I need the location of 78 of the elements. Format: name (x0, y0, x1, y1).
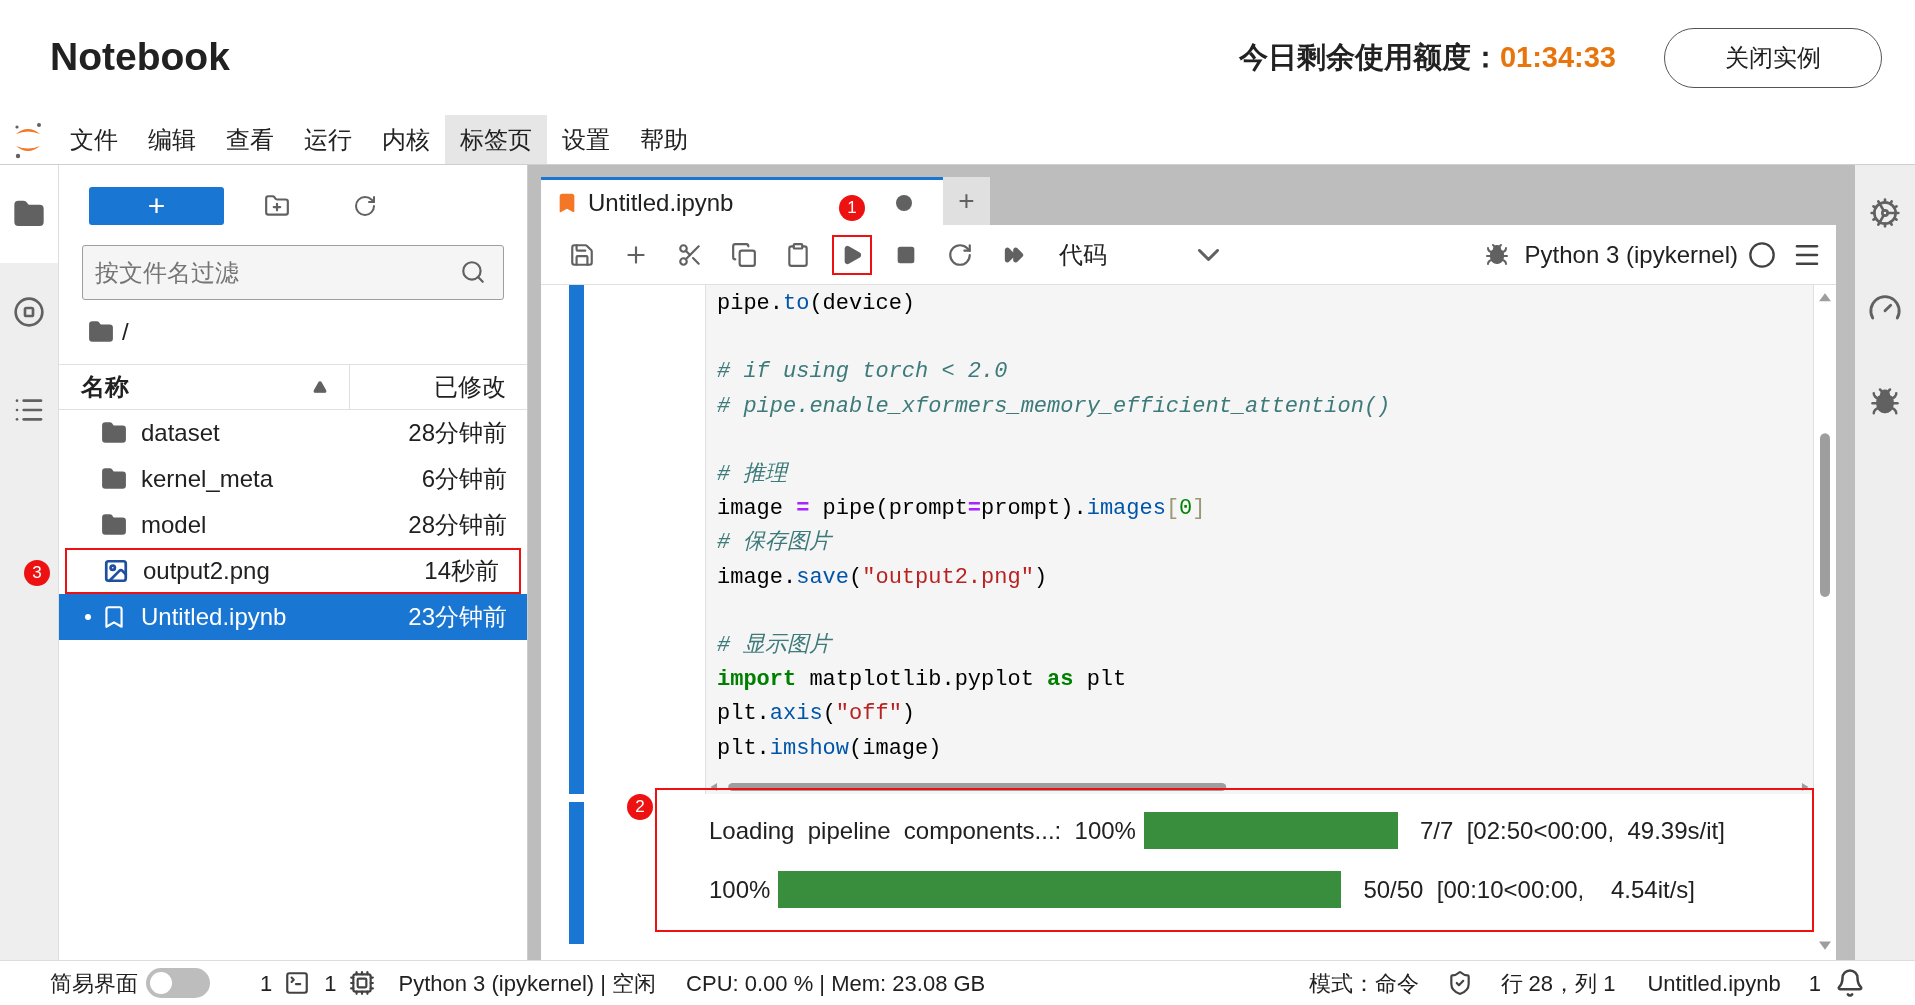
folder-icon (101, 420, 127, 446)
mode-indicator[interactable]: 模式：命令 (1308, 966, 1419, 1000)
kernel-count[interactable]: 1 (324, 966, 337, 1000)
file-row[interactable]: kernel_meta 6分钟前 (59, 456, 527, 502)
code-line: pipe.to(device) (717, 290, 916, 318)
cursor-position[interactable]: 行 28，列 1 (1500, 966, 1616, 1000)
new-launcher-button[interactable]: + (89, 187, 224, 225)
new-folder-icon[interactable] (264, 193, 290, 219)
notification-count[interactable]: 1 (1808, 966, 1821, 1000)
modified-time: 14秒前 (424, 556, 499, 586)
file-name: kernel_meta (141, 464, 274, 494)
simple-mode-toggle[interactable] (146, 968, 210, 998)
kernel-name[interactable]: Python 3 (ipykernel) (1524, 236, 1738, 273)
modified-time: 6分钟前 (421, 464, 507, 494)
file-row[interactable]: Untitled.ipynb 23分钟前 (59, 594, 527, 640)
tab-title: Untitled.ipynb (588, 187, 734, 218)
sort-ascending-icon (313, 380, 327, 394)
simple-mode-label: 简易界面 (50, 969, 138, 998)
modified-time: 23分钟前 (408, 602, 507, 632)
bug-icon[interactable] (1870, 387, 1900, 417)
menu-item[interactable]: 内核 (367, 115, 445, 164)
bug-icon[interactable] (1484, 242, 1509, 267)
chip-icon[interactable] (348, 970, 375, 996)
quota-label: 今日剩余使用额度： (1238, 39, 1500, 75)
new-tab-button[interactable]: + (943, 177, 990, 225)
progress-stats: 50/50 [00:10<00:00, 4.54it/s] (1363, 874, 1695, 905)
callout-badge: 2 (627, 794, 653, 820)
progress-label: 100% (709, 874, 771, 905)
image-icon (103, 558, 129, 584)
search-icon (460, 259, 486, 285)
column-header[interactable]: 名称 (81, 369, 129, 405)
bell-icon[interactable] (1835, 968, 1865, 998)
progress-label: Loading pipeline components...: 100% (709, 815, 1136, 846)
sidebar-tab[interactable] (0, 165, 58, 263)
menu-item[interactable]: 运行 (289, 115, 367, 164)
menu-item[interactable]: 标签页 (445, 115, 547, 164)
settings-icon[interactable] (1869, 197, 1901, 229)
code-line: image.save("output2.png") (717, 563, 1048, 592)
folder-icon (101, 466, 127, 492)
terminal-icon[interactable] (284, 970, 311, 996)
folder-icon (101, 512, 127, 538)
kernel-status[interactable]: Python 3 (ipykernel) | 空闲 (398, 966, 657, 1000)
code-line: # 显示图片 (717, 632, 832, 660)
filter-field[interactable]: 按文件名过滤 (82, 245, 504, 300)
file-name: Untitled.ipynb (141, 602, 287, 632)
breadcrumb[interactable]: / (122, 314, 129, 350)
menu-item[interactable]: 编辑 (133, 115, 211, 164)
current-file: Untitled.ipynb (1647, 969, 1781, 998)
file-row[interactable]: model 28分钟前 (59, 502, 527, 548)
code-line: # pipe.enable_xformers_memory_efficient_attention() (717, 392, 1391, 421)
code-line: # if using torch < 2.0 (717, 358, 1008, 387)
menu-item[interactable]: 查看 (211, 115, 289, 164)
code-line: image = pipe(prompt=prompt).images[0] (717, 495, 1206, 524)
file-row[interactable]: dataset 28分钟前 (59, 410, 527, 456)
modified-time: 28分钟前 (408, 510, 507, 540)
code-line: import matplotlib.pyplot as plt (717, 666, 1127, 695)
caret-icon (1198, 248, 1219, 261)
cell-type-dropdown[interactable]: 代码 (1059, 236, 1219, 273)
quota-time: 01:34:33 (1499, 39, 1616, 75)
stop-circle-icon (13, 296, 45, 328)
file-name: output2.png (143, 556, 270, 586)
code-line: plt.axis("off") (717, 700, 916, 729)
refresh-icon[interactable] (353, 194, 377, 218)
folder-icon (88, 319, 114, 345)
file-name: model (141, 510, 207, 540)
code-line: # 保存图片 (717, 529, 832, 558)
progress-stats: 7/7 [02:50<00:00, 49.39s/it] (1419, 815, 1725, 846)
code-line: # 推理 (717, 461, 788, 489)
column-header[interactable]: 已修改 (434, 369, 506, 405)
file-name: dataset (141, 418, 220, 448)
resource-usage: CPU: 0.00 % | Mem: 23.08 GB (686, 969, 986, 998)
modified-time: 28分钟前 (408, 418, 507, 448)
menu-item[interactable]: 文件 (55, 115, 133, 164)
code-line: plt.imshow(image) (717, 734, 942, 763)
menu-item[interactable]: 设置 (547, 115, 625, 164)
app-title: Notebook (50, 34, 230, 81)
terminal-count[interactable]: 1 (260, 966, 273, 1000)
menu-item[interactable]: 帮助 (625, 115, 703, 164)
